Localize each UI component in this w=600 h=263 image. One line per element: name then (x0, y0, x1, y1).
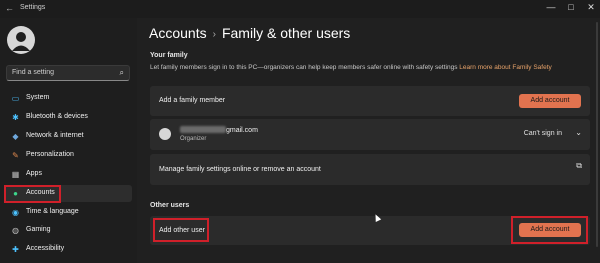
family-description-text: Let family members sign in to this PC—or… (150, 64, 458, 71)
highlight-box-accounts (4, 185, 61, 203)
apps-icon: ▦ (11, 170, 20, 179)
member-role: Organizer (180, 136, 207, 142)
user-avatar-icon (12, 32, 30, 51)
add-family-account-button[interactable]: Add account (519, 94, 581, 108)
sidebar-item-label: Accessibility (26, 245, 65, 252)
family-safety-link[interactable]: Learn more about Family Safety (459, 64, 552, 71)
add-family-member-label: Add a family member (159, 97, 226, 104)
accessibility-icon: ✚ (12, 245, 19, 254)
breadcrumb: Accounts › Family & other users (149, 25, 350, 41)
manage-family-row[interactable]: Manage family settings online or remove … (150, 154, 590, 185)
search-icon[interactable]: ⌕ (120, 68, 124, 78)
external-link-icon[interactable]: ⧉ (576, 161, 582, 171)
sidebar-item-gaming[interactable]: ◍ Gaming (4, 222, 132, 239)
manage-family-label: Manage family settings online or remove … (159, 166, 321, 173)
add-family-member-row: Add a family member Add account (150, 86, 590, 116)
search-placeholder: Find a setting (12, 69, 55, 76)
sidebar-item-label: System (26, 94, 50, 101)
sidebar-item-personalization[interactable]: ✎ Personalization (4, 147, 132, 164)
breadcrumb-separator: › (212, 29, 216, 40)
display-icon: ▭ (11, 94, 20, 103)
family-description: Let family members sign in to this PC—or… (150, 64, 552, 71)
brush-icon: ✎ (12, 151, 19, 160)
sidebar-item-label: Time & language (26, 208, 79, 215)
bluetooth-icon: ✱ (12, 113, 19, 122)
sidebar-item-apps[interactable]: ▦ Apps (4, 166, 132, 183)
page-title: Family & other users (221, 25, 351, 41)
member-avatar-icon (159, 128, 171, 140)
sidebar-item-label: Apps (26, 170, 42, 177)
chevron-down-icon[interactable]: ⌄ (575, 128, 582, 137)
globe-icon: ◉ (12, 208, 19, 217)
close-button[interactable]: ✕ (584, 2, 598, 13)
sidebar-item-label: Personalization (26, 151, 74, 158)
breadcrumb-parent[interactable]: Accounts (149, 25, 207, 41)
sidebar-item-accessibility[interactable]: ✚ Accessibility (4, 241, 132, 258)
other-users-heading: Other users (150, 202, 190, 209)
sidebar-item-label: Gaming (26, 226, 51, 233)
family-member-row[interactable]: gmail.com Organizer Can't sign in ⌄ (150, 119, 590, 150)
maximize-button[interactable]: □ (564, 2, 578, 12)
scrollbar[interactable] (596, 22, 598, 247)
redacted-email (180, 126, 226, 133)
wifi-icon: ◆ (12, 132, 19, 141)
avatar[interactable] (7, 26, 35, 54)
highlight-box-add-other-user (153, 218, 209, 242)
title-bar: ← Settings — □ ✕ (0, 0, 600, 18)
member-email-suffix: gmail.com (226, 127, 258, 134)
your-family-heading: Your family (150, 52, 188, 59)
sidebar-item-label: Bluetooth & devices (26, 113, 88, 120)
back-arrow-icon[interactable]: ← (5, 3, 14, 13)
gamepad-icon: ◍ (12, 226, 19, 235)
sidebar-item-bluetooth-devices[interactable]: ✱ Bluetooth & devices (4, 109, 132, 126)
sidebar-item-system[interactable]: ▭ System (4, 90, 132, 107)
minimize-button[interactable]: — (544, 2, 558, 12)
highlight-box-add-account (511, 216, 588, 244)
sidebar-item-time-language[interactable]: ◉ Time & language (4, 204, 132, 221)
window-title: Settings (20, 4, 46, 11)
member-status: Can't sign in (523, 130, 562, 137)
sidebar-item-network-internet[interactable]: ◆ Network & internet (4, 128, 132, 145)
search-input[interactable]: Find a setting ⌕ (6, 65, 130, 81)
member-email: gmail.com (180, 126, 258, 134)
sidebar-item-label: Network & internet (26, 132, 84, 139)
